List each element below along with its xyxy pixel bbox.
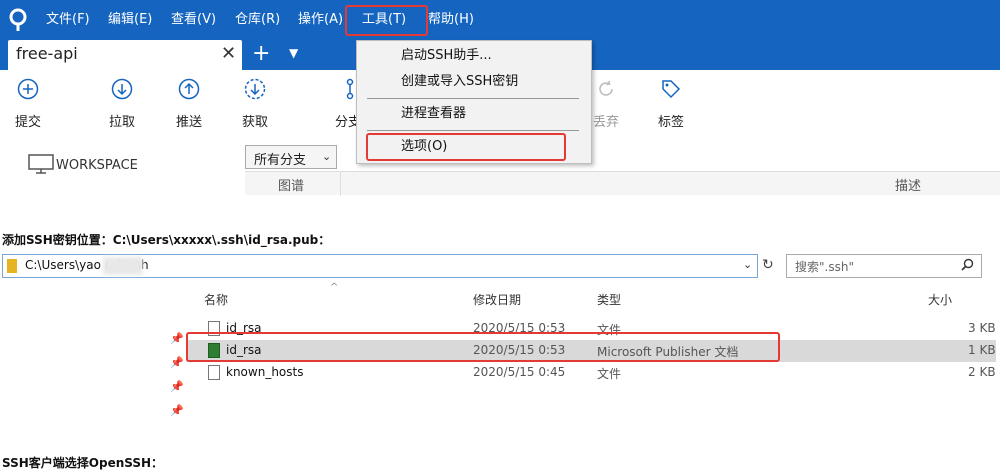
repo-tab[interactable]: free-api ✕	[8, 40, 242, 70]
menu-file[interactable]: 文件(F)	[46, 0, 90, 40]
file-type: 文件	[597, 367, 622, 381]
repo-tab-label: free-api	[16, 44, 78, 63]
arrow-down-circle-icon	[111, 78, 133, 100]
menu-actions[interactable]: 操作(A)	[298, 0, 343, 40]
sort-ascending-icon: ^	[330, 282, 339, 293]
name-column-header[interactable]: 名称	[204, 291, 228, 308]
close-icon[interactable]: ✕	[221, 43, 236, 64]
menu-view[interactable]: 查看(V)	[171, 0, 216, 40]
file-row[interactable]: known_hosts 2020/5/15 0:45 文件 2 KB	[186, 362, 996, 384]
pull-label: 拉取	[108, 115, 135, 130]
description-column-header[interactable]: 描述	[895, 175, 921, 194]
column-divider[interactable]	[340, 172, 341, 196]
chevron-down-icon[interactable]: ⌄	[743, 258, 752, 271]
type-column-header[interactable]: 类型	[597, 291, 621, 308]
sourcetree-logo-icon	[9, 8, 27, 31]
pull-button[interactable]: 拉取	[92, 78, 152, 134]
search-icon[interactable]	[961, 258, 974, 271]
address-bar[interactable]: C:\Users\yao rui\.ssh ⌄	[2, 254, 758, 278]
tag-button[interactable]: 标签	[641, 78, 701, 134]
blurred-region	[103, 257, 143, 275]
file-size: 3 KB	[968, 321, 996, 335]
caption-ssh-key-location: 添加SSH密钥位置：C:\Users\xxxxx\.ssh\id_rsa.pub…	[2, 233, 331, 247]
search-input[interactable]: 搜索".ssh"	[786, 254, 982, 278]
menu-separator	[367, 130, 579, 131]
file-size: 2 KB	[968, 365, 996, 379]
search-placeholder: 搜索".ssh"	[795, 260, 854, 274]
options-highlight-box	[366, 133, 566, 161]
push-label: 推送	[175, 115, 202, 130]
menu-item-create-import-ssh-key[interactable]: 创建或导入SSH密钥	[357, 70, 591, 94]
arrow-up-circle-icon	[178, 78, 200, 100]
pin-icon[interactable]: 📌	[170, 404, 184, 417]
branch-filter-select[interactable]: 所有分支 ⌄	[245, 145, 337, 169]
pin-icon[interactable]: 📌	[170, 356, 184, 369]
tools-dropdown-menu: 启动SSH助手... 创建或导入SSH密钥 进程查看器 选项(O)	[356, 40, 592, 164]
menu-bar: 文件(F) 编辑(E) 查看(V) 仓库(R) 操作(A) 工具(T) 帮助(H…	[0, 0, 1000, 40]
add-tab-icon[interactable]: +	[252, 41, 270, 66]
tab-dropdown-icon[interactable]: ▼	[289, 46, 298, 60]
branch-filter-value: 所有分支	[254, 153, 307, 168]
file-date: 2020/5/15 0:45	[473, 365, 566, 379]
menu-repository[interactable]: 仓库(R)	[235, 0, 280, 40]
tools-menu-highlight-box	[345, 5, 428, 36]
pin-icon[interactable]: 📌	[170, 380, 184, 393]
folder-icon	[7, 259, 17, 273]
menu-item-process-viewer[interactable]: 进程查看器	[357, 102, 591, 126]
menu-help[interactable]: 帮助(H)	[428, 0, 474, 40]
monitor-icon	[28, 154, 54, 174]
commit-button[interactable]: 提交	[0, 78, 58, 134]
fetch-button[interactable]: 获取	[225, 78, 285, 134]
commit-list-header: 图谱 描述	[245, 171, 1000, 196]
tag-label: 标签	[657, 115, 684, 130]
refresh-icon[interactable]: ↻	[762, 257, 774, 273]
sourcetree-window: 文件(F) 编辑(E) 查看(V) 仓库(R) 操作(A) 工具(T) 帮助(H…	[0, 0, 1000, 196]
date-column-header[interactable]: 修改日期	[473, 291, 521, 308]
workspace-label: WORKSPACE	[56, 158, 138, 173]
tag-icon	[662, 80, 681, 99]
file-name: known_hosts	[226, 365, 304, 379]
file-explorer: C:\Users\yao rui\.ssh ⌄ ↻ 搜索".ssh" ^ 名称 …	[0, 248, 1000, 428]
menu-edit[interactable]: 编辑(E)	[108, 0, 152, 40]
push-button[interactable]: 推送	[159, 78, 219, 134]
plus-circle-icon	[17, 78, 39, 100]
id-rsa-pub-highlight-box	[186, 332, 780, 362]
size-column-header[interactable]: 大小	[928, 291, 952, 308]
chevron-down-icon: ⌄	[322, 150, 332, 163]
undo-icon	[599, 80, 613, 96]
fetch-dashed-circle-icon	[244, 78, 266, 100]
graph-column-header[interactable]: 图谱	[278, 175, 304, 194]
file-icon	[208, 365, 220, 380]
fetch-label: 获取	[241, 115, 268, 130]
caption-ssh-client: SSH客户端选择OpenSSH：	[2, 456, 164, 470]
file-size: 1 KB	[968, 343, 996, 357]
menu-separator	[367, 98, 579, 99]
commit-label: 提交	[14, 115, 41, 130]
menu-item-launch-ssh-agent[interactable]: 启动SSH助手...	[357, 44, 591, 68]
pin-icon[interactable]: 📌	[170, 332, 184, 345]
